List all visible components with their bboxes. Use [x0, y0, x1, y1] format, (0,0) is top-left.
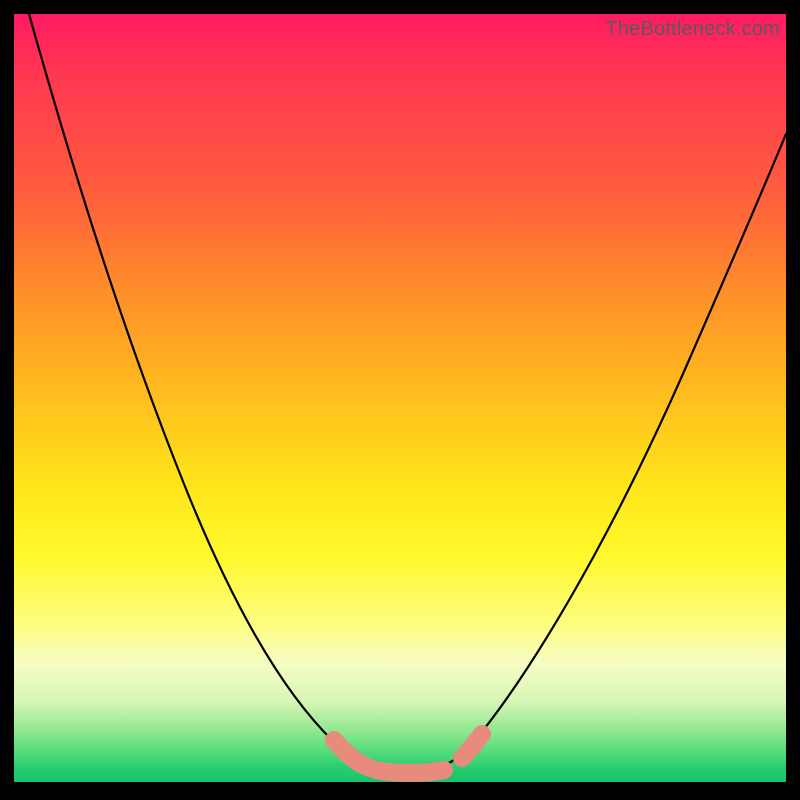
chart-frame: TheBottleneck.com [0, 0, 800, 800]
watermark-text: TheBottleneck.com [605, 18, 780, 41]
highlight-bottom-icon [376, 770, 444, 773]
highlight-left-icon [334, 740, 370, 768]
curve-path [29, 14, 786, 772]
bottleneck-curve [14, 14, 786, 786]
highlight-right-icon [462, 734, 482, 758]
highlight-group [334, 734, 482, 773]
plot-area [14, 14, 786, 786]
